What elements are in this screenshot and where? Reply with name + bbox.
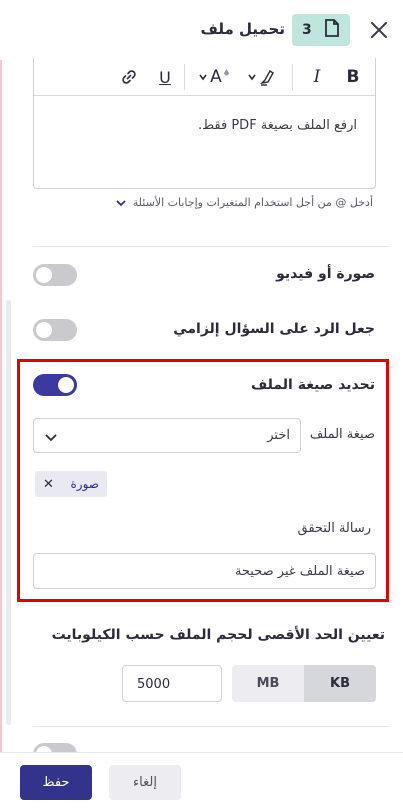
max-size-label: تعيين الحد الأقصى لحجم الملف حسب الكيلوب… — [51, 627, 385, 643]
close-icon[interactable] — [368, 19, 390, 41]
save-button[interactable]: حفظ — [20, 765, 92, 800]
editor-toolbar: U A I B — [34, 58, 375, 96]
selected-format-chip: صورة ✕ — [35, 471, 107, 497]
hint-text: أدخل @ من أجل استخدام المتغيرات وإجابات … — [132, 196, 373, 209]
size-unit-toggle: MB KB — [232, 665, 376, 702]
toggle-knob — [36, 267, 52, 283]
divider — [33, 246, 390, 247]
chip-label: صورة — [70, 477, 99, 491]
input-value: صيغة الملف غير صحيحة — [234, 564, 365, 579]
file-type-toggle[interactable] — [33, 374, 77, 396]
panel-left-edge — [0, 0, 2, 810]
chevron-down-icon — [116, 199, 126, 206]
editor-content[interactable]: ارفع الملف بصيغة PDF فقط. — [198, 118, 357, 133]
unit-kb-button[interactable]: KB — [304, 665, 376, 702]
toggle-knob — [36, 322, 52, 338]
toolbar-divider — [292, 64, 293, 90]
cancel-button[interactable]: إلغاء — [109, 765, 181, 800]
step-number: 3 — [302, 22, 312, 38]
highlight-color-button[interactable] — [244, 65, 278, 89]
remove-chip-icon[interactable]: ✕ — [43, 477, 54, 492]
max-size-input[interactable]: 5000 — [122, 665, 222, 702]
bold-button[interactable]: B — [342, 65, 364, 89]
media-toggle[interactable] — [33, 264, 77, 286]
scrollbar[interactable] — [6, 300, 11, 725]
rich-text-editor[interactable]: U A I B ارفع الملف بصيغة PDF فقط. — [33, 58, 376, 189]
font-color-icon: A — [210, 67, 222, 87]
validation-message-label: رسالة التحقق — [297, 521, 372, 536]
unit-mb-button[interactable]: MB — [232, 665, 304, 702]
toolbar-divider — [184, 64, 185, 90]
underline-button[interactable]: U — [154, 65, 176, 89]
step-badge: 3 — [292, 14, 350, 46]
file-icon — [324, 19, 340, 41]
input-value: 5000 — [137, 677, 171, 692]
required-label: جعل الرد على السؤال إلزامي — [173, 321, 375, 337]
italic-button[interactable]: I — [306, 65, 328, 89]
highlight-color-icon — [259, 69, 274, 86]
panel-header: 3 تحميل ملف — [0, 0, 403, 60]
required-toggle[interactable] — [33, 319, 77, 341]
toggle-knob — [58, 377, 74, 393]
file-format-label: صيغة الملف — [309, 427, 375, 442]
chevron-down-icon — [45, 434, 57, 442]
panel-footer: حفظ إلغاء — [0, 752, 403, 810]
font-color-button[interactable]: A — [194, 65, 234, 89]
file-type-label: تحديد صيغة الملف — [251, 377, 375, 393]
validation-message-input[interactable]: صيغة الملف غير صحيحة — [33, 553, 376, 589]
page-title: تحميل ملف — [200, 20, 285, 38]
variables-hint[interactable]: أدخل @ من أجل استخدام المتغيرات وإجابات … — [115, 196, 373, 209]
select-value: اختر — [267, 428, 290, 443]
file-format-select[interactable]: اختر — [33, 418, 301, 453]
link-icon[interactable] — [118, 65, 140, 89]
divider — [33, 726, 390, 727]
media-label: صورة أو فيديو — [276, 266, 375, 282]
